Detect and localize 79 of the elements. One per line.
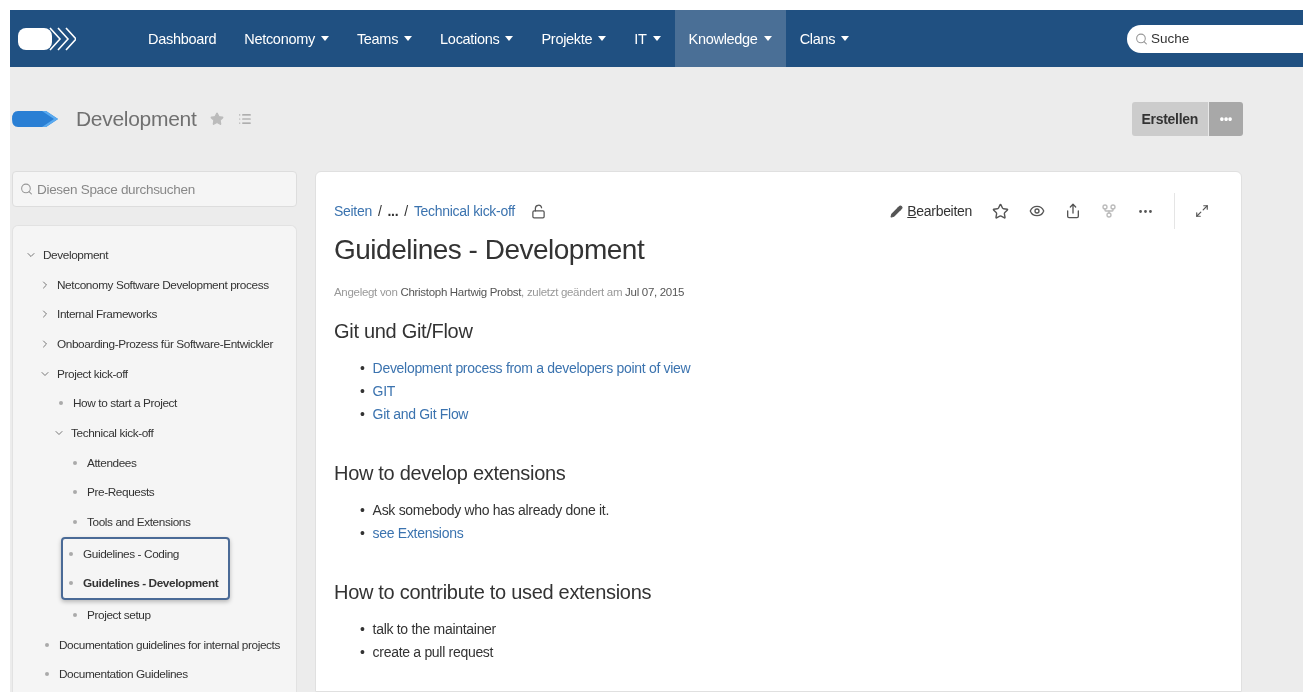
pencil-icon — [890, 204, 904, 218]
unlocked-icon[interactable] — [530, 203, 546, 219]
section-heading: How to contribute to used extensions — [334, 581, 653, 604]
create-button[interactable]: Erstellen — [1131, 102, 1208, 136]
logo-icon[interactable] — [16, 25, 76, 52]
link[interactable]: GIT — [372, 380, 396, 403]
bullet-icon — [59, 401, 63, 406]
space-search-field[interactable]: Diesen Space durchsuchen — [12, 171, 297, 207]
tree-item[interactable]: Internal Frameworks — [39, 299, 296, 330]
breadcrumb[interactable]: Seiten — [334, 203, 372, 219]
bullet: • — [360, 359, 365, 378]
bullet-icon — [73, 490, 77, 495]
nav-item[interactable]: IT — [620, 10, 675, 67]
bullet-icon — [45, 672, 49, 677]
tree-item[interactable]: Project kick-off — [39, 358, 296, 389]
nav-item[interactable]: Projekte — [527, 10, 621, 67]
byline: Angelegt von Christoph Hartwig Probst, zuletzt geändert am Jul 07, 2015 — [334, 286, 686, 298]
bullet-icon — [45, 642, 49, 647]
tree-item[interactable]: Tools and Extensions — [67, 507, 296, 537]
tree-item[interactable]: Netconomy Software Development process — [39, 269, 296, 300]
link[interactable]: see Extensions — [372, 522, 464, 545]
edit-button[interactable]: Bearbeiten — [890, 203, 972, 219]
tree-item[interactable]: Development — [25, 240, 296, 270]
breadcrumb[interactable]: Technical kick-off — [413, 203, 515, 219]
breadcrumb-separator: / — [404, 203, 408, 219]
tree-item[interactable]: Guidelines - Development — [63, 568, 219, 599]
list-text: talk to the maintainer — [372, 620, 496, 639]
space-title: Development — [76, 107, 197, 131]
nav-item[interactable]: Dashboard — [134, 10, 231, 67]
page-title: Guidelines - Development — [334, 234, 646, 266]
list-text: create a pull request — [372, 643, 494, 662]
bullet: • — [360, 405, 365, 424]
tree-item[interactable]: Documentation Guidelines — [39, 659, 296, 690]
eye-icon[interactable] — [1029, 203, 1045, 219]
tree-item[interactable]: Project setup — [67, 600, 296, 630]
share-icon[interactable] — [1065, 203, 1081, 219]
star-icon[interactable] — [210, 112, 225, 126]
bullet-icon — [69, 551, 73, 556]
tree-item[interactable]: Documentation guidelines for internal projects — [39, 629, 296, 660]
breadcrumb-separator: / — [377, 203, 382, 219]
caret-icon[interactable] — [320, 36, 329, 41]
tree-item[interactable]: Onboarding-Prozess für Software-Entwickler — [39, 329, 296, 359]
caret-icon[interactable] — [763, 36, 772, 41]
search-field[interactable]: Suche — [1127, 24, 1303, 53]
link[interactable]: Development process from a developers point of view — [372, 357, 691, 380]
nav-item[interactable]: Clans — [785, 10, 864, 67]
bullet: • — [360, 643, 365, 662]
bullet: • — [360, 620, 365, 639]
bullet: • — [360, 524, 365, 543]
nav-item[interactable]: Locations — [426, 10, 528, 67]
nav-item[interactable]: Netconomy — [230, 10, 343, 67]
bullet-icon — [73, 613, 77, 618]
caret-icon[interactable] — [404, 36, 413, 41]
section-heading: Git und Git/Flow — [334, 320, 474, 343]
nav-item[interactable]: Teams — [342, 10, 427, 67]
section-heading: How to develop extensions — [334, 462, 567, 485]
list-text: Ask somebody who has already done it. — [372, 501, 609, 520]
tree-item[interactable]: How to start a Project — [53, 388, 296, 419]
star-icon[interactable] — [992, 202, 1009, 220]
caret-icon[interactable] — [652, 36, 661, 41]
search-icon — [1135, 32, 1148, 45]
tree-item[interactable]: Pre-Requests — [67, 477, 296, 508]
nav-item[interactable]: Knowledge — [674, 10, 786, 67]
bullet-icon — [73, 460, 77, 465]
tree-item[interactable]: Guidelines - Coding — [63, 538, 219, 569]
caret-icon[interactable] — [505, 36, 514, 41]
caret-icon[interactable] — [598, 36, 607, 41]
tree-item[interactable]: Attendees — [67, 447, 296, 478]
link[interactable]: Git and Git Flow — [372, 403, 469, 426]
expand-icon[interactable] — [1195, 204, 1209, 218]
caret-icon[interactable] — [841, 36, 850, 41]
bullet-icon — [73, 520, 77, 525]
tree-item[interactable]: Technical kick-off — [53, 418, 296, 448]
bullet: • — [360, 501, 365, 520]
breadcrumb[interactable]: ... — [387, 203, 399, 219]
bullet-icon — [69, 581, 73, 586]
space-logo-icon[interactable] — [12, 111, 58, 127]
search-icon — [20, 182, 33, 196]
bullet: • — [360, 382, 365, 401]
